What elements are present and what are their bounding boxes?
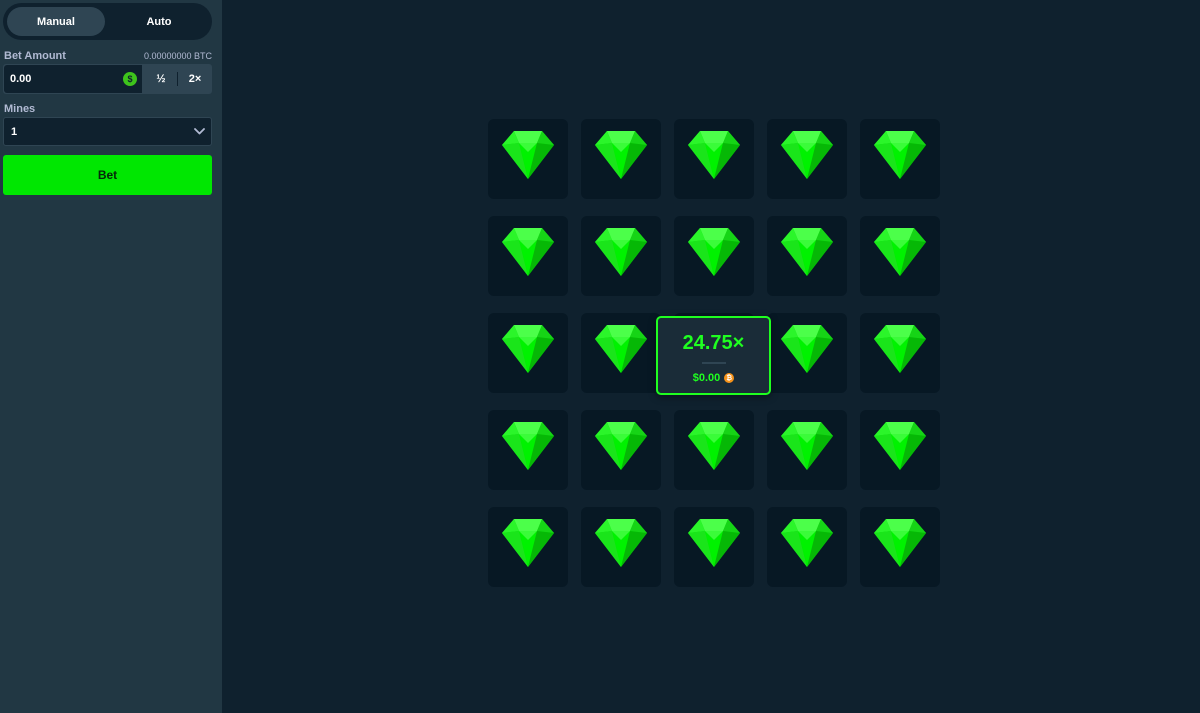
green-gem-icon — [781, 325, 833, 373]
board-tile[interactable] — [488, 313, 568, 393]
green-gem-icon — [874, 325, 926, 373]
board-tile[interactable] — [860, 216, 940, 296]
board-tile[interactable] — [488, 119, 568, 199]
btc-coin-icon: ₿ — [724, 373, 735, 383]
bet-amount-group: $ ½ 2× — [3, 64, 212, 94]
green-gem-icon — [595, 325, 647, 373]
green-gem-icon — [502, 131, 554, 179]
green-gem-icon — [688, 131, 740, 179]
mines-game: Manual Auto Bet Amount 0.00000000 BTC $ … — [0, 0, 1200, 713]
half-bet-button[interactable]: ½ — [144, 65, 178, 93]
green-gem-icon — [502, 519, 554, 567]
board-tile[interactable] — [860, 410, 940, 490]
board-tile[interactable] — [488, 410, 568, 490]
green-gem-icon — [595, 519, 647, 567]
green-gem-icon — [502, 325, 554, 373]
board-tile[interactable] — [674, 119, 754, 199]
green-gem-icon — [502, 422, 554, 470]
bet-amount-label: Bet Amount — [4, 50, 66, 62]
board-tile[interactable] — [860, 507, 940, 587]
green-gem-icon — [595, 228, 647, 276]
dollar-coin-icon: $ — [123, 72, 137, 86]
green-gem-icon — [874, 131, 926, 179]
board-tile[interactable] — [674, 216, 754, 296]
board-tile[interactable] — [860, 119, 940, 199]
green-gem-icon — [874, 422, 926, 470]
board-tile[interactable] — [767, 313, 847, 393]
bet-button[interactable]: Bet — [3, 155, 212, 195]
tab-auto[interactable]: Auto — [110, 7, 208, 36]
board-tile[interactable] — [674, 507, 754, 587]
board-tile[interactable] — [488, 216, 568, 296]
board-tile[interactable] — [488, 507, 568, 587]
board-tile[interactable] — [860, 313, 940, 393]
bet-controls-sidebar: Manual Auto Bet Amount 0.00000000 BTC $ … — [0, 0, 222, 713]
tab-manual[interactable]: Manual — [7, 7, 105, 36]
double-bet-button[interactable]: 2× — [178, 65, 212, 93]
green-gem-icon — [781, 519, 833, 567]
green-gem-icon — [688, 422, 740, 470]
chevron-down-icon — [194, 128, 205, 135]
board-tile[interactable] — [581, 313, 661, 393]
balance-value: 0.00000000 BTC — [143, 51, 212, 61]
green-gem-icon — [781, 131, 833, 179]
mines-selected-value: 1 — [11, 126, 18, 138]
bet-amount-input[interactable] — [4, 65, 142, 93]
board-tile[interactable] — [581, 410, 661, 490]
board-tile[interactable] — [674, 410, 754, 490]
board-tile[interactable] — [767, 216, 847, 296]
board-tile[interactable] — [581, 216, 661, 296]
win-divider — [702, 362, 726, 364]
board-tile[interactable] — [767, 410, 847, 490]
green-gem-icon — [688, 519, 740, 567]
win-payout: $0.00 — [692, 372, 721, 384]
win-multiplier: 24.75× — [682, 332, 745, 354]
green-gem-icon — [595, 422, 647, 470]
win-popup: 24.75× $0.00 ₿ — [656, 316, 771, 395]
green-gem-icon — [781, 422, 833, 470]
board-tile[interactable] — [581, 507, 661, 587]
green-gem-icon — [874, 519, 926, 567]
green-gem-icon — [502, 228, 554, 276]
board-tile[interactable] — [767, 119, 847, 199]
board-tile[interactable] — [581, 119, 661, 199]
mines-select[interactable]: 1 — [3, 117, 212, 146]
green-gem-icon — [595, 131, 647, 179]
green-gem-icon — [874, 228, 926, 276]
win-payout-row: $0.00 ₿ — [658, 372, 769, 384]
board-tile[interactable] — [767, 507, 847, 587]
mode-toggle: Manual Auto — [3, 3, 212, 40]
mines-label: Mines — [4, 103, 36, 115]
green-gem-icon — [781, 228, 833, 276]
green-gem-icon — [688, 228, 740, 276]
